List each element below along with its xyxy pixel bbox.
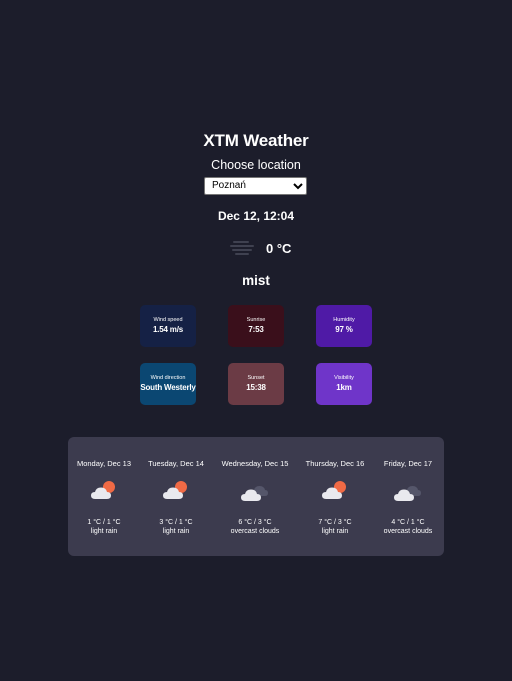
forecast-date: Wednesday, Dec 15 — [221, 459, 289, 468]
forecast-day: Wednesday, Dec 15 6 °C / 3 °C overcast c… — [217, 437, 293, 556]
forecast-temp: 3 °C / 1 °C — [159, 519, 193, 526]
forecast-day: Friday, Dec 17 4 °C / 1 °C overcast clou… — [370, 437, 446, 556]
tile-visibility: Visibility 1km — [316, 363, 372, 405]
current-description: mist — [242, 273, 270, 288]
current-temperature: 0 °C — [266, 240, 292, 256]
cloud-sun-icon — [91, 481, 115, 499]
forecast-desc: light rain — [321, 528, 349, 535]
overcast-clouds-icon — [394, 486, 421, 501]
weather-app: XTM Weather Choose location Poznań Dec 1… — [0, 0, 512, 681]
forecast-temp: 4 °C / 1 °C — [391, 519, 425, 526]
tile-sunrise: Sunrise 7:53 — [228, 305, 284, 347]
tile-label: Humidity — [333, 317, 355, 323]
tile-value: 1.54 m/s — [153, 325, 183, 334]
tile-wind-direction: Wind direction South Westerly — [140, 363, 196, 405]
cloud-sun-icon — [322, 481, 346, 499]
tile-label: Sunset — [247, 375, 265, 381]
location-label: Choose location — [211, 158, 301, 172]
forecast-temp: 7 °C / 3 °C — [318, 519, 352, 526]
forecast-date: Tuesday, Dec 14 — [148, 459, 204, 468]
tile-label: Wind speed — [153, 317, 183, 323]
cloud-sun-icon — [163, 481, 187, 499]
current-weather: 0 °C — [228, 236, 291, 260]
forecast-day: Thursday, Dec 16 7 °C / 3 °C light rain — [297, 437, 373, 556]
forecast-desc: overcast clouds — [383, 528, 433, 535]
location-select-wrapper: Poznań — [204, 175, 307, 195]
forecast-date: Thursday, Dec 16 — [305, 459, 365, 468]
forecast-day: Monday, Dec 13 1 °C / 1 °C light rain — [66, 437, 142, 556]
forecast-date: Friday, Dec 17 — [383, 459, 433, 468]
forecast-desc: overcast clouds — [230, 528, 280, 535]
tile-sunset: Sunset 15:38 — [228, 363, 284, 405]
forecast-desc: light rain — [162, 528, 190, 535]
forecast-day: Tuesday, Dec 14 3 °C / 1 °C light rain — [138, 437, 214, 556]
location-select[interactable]: Poznań — [204, 176, 307, 195]
tile-humidity: Humidity 97 % — [316, 305, 372, 347]
tile-label: Sunrise — [246, 317, 266, 323]
tile-label: Visibility — [334, 375, 354, 381]
tile-value: 97 % — [335, 325, 353, 334]
forecast-temp: 6 °C / 3 °C — [238, 519, 272, 526]
mist-icon — [230, 241, 254, 255]
tile-value: 7:53 — [248, 325, 264, 334]
overcast-clouds-icon — [241, 486, 268, 501]
current-date: Dec 12, 12:04 — [217, 209, 295, 223]
forecast-date: Monday, Dec 13 — [76, 459, 132, 468]
forecast-panel: Monday, Dec 13 1 °C / 1 °C light rain Tu… — [68, 437, 444, 556]
tile-wind-speed: Wind speed 1.54 m/s — [140, 305, 196, 347]
tile-value: 15:38 — [246, 383, 266, 392]
tile-value: South Westerly — [140, 383, 196, 392]
tile-value: 1km — [336, 383, 352, 392]
forecast-temp: 1 °C / 1 °C — [87, 519, 121, 526]
app-title: XTM Weather — [203, 131, 309, 150]
forecast-desc: light rain — [90, 528, 118, 535]
tile-label: Wind direction — [150, 375, 186, 381]
